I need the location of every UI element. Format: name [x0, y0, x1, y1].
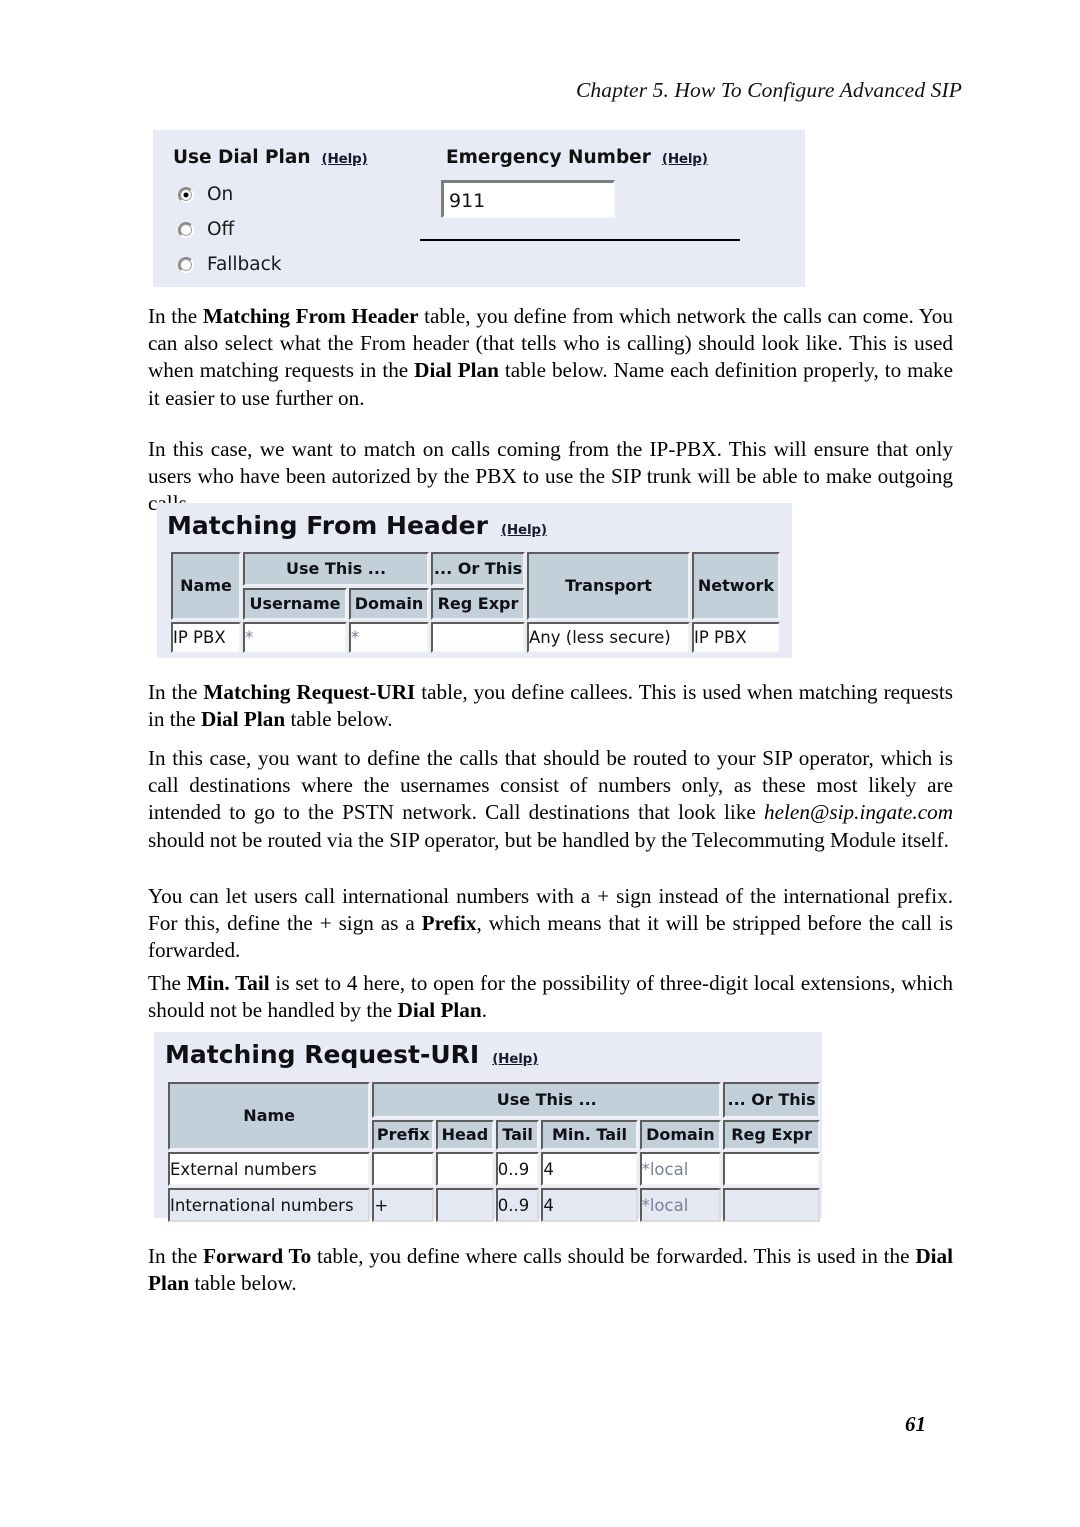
cell-domain[interactable]: *local [639, 1188, 722, 1222]
panel-divider-rule [420, 239, 740, 241]
cell-name[interactable]: External numbers [168, 1152, 371, 1186]
text-emphasis: Matching From Header [202, 304, 419, 328]
emergency-number-label: Emergency Number [446, 147, 651, 168]
use-dial-plan-label: Use Dial Plan [173, 147, 311, 168]
paragraph-matching-request-uri: In the Matching Request-URI table, you d… [148, 679, 953, 733]
paragraph-forward-to: In the Forward To table, you define wher… [148, 1243, 953, 1297]
cell-prefix[interactable]: + [372, 1188, 435, 1222]
radio-button-fallback-icon[interactable] [178, 256, 194, 273]
text-emphasis: Matching Request-URI [203, 680, 416, 704]
radio-option-fallback[interactable]: Fallback [178, 254, 282, 275]
header-or-this: ... Or This [723, 1082, 820, 1118]
cell-min-tail[interactable]: 4 [541, 1152, 638, 1186]
use-dial-plan-help-link[interactable]: (Help) [322, 151, 368, 167]
matching-request-uri-title: Matching Request-URI [165, 1040, 480, 1069]
header-transport: Transport [527, 552, 690, 620]
paragraph-min-tail: The Min. Tail is set to 4 here, to open … [148, 970, 953, 1024]
header-name: Name [171, 552, 241, 620]
text-fragment: In the [148, 304, 203, 328]
text-fragment: should not be routed via the SIP operato… [148, 827, 949, 852]
text-emphasis-italic: helen@sip.ingate.com [764, 800, 953, 825]
paragraph-pstn-routing: In this case, you want to define the cal… [148, 745, 953, 854]
matching-from-header-title-group: Matching From Header (Help) [167, 511, 547, 540]
text-emphasis: Prefix [421, 911, 477, 936]
header-username: Username [243, 588, 347, 620]
page-number: 61 [905, 1412, 926, 1436]
cell-name[interactable]: International numbers [168, 1188, 371, 1222]
cell-name[interactable]: IP PBX [171, 622, 241, 653]
text-fragment: is set to 4 here, to open for the possib… [148, 971, 953, 1023]
cell-username[interactable]: * [243, 622, 347, 653]
header-reg-expr: Reg Expr [723, 1120, 820, 1150]
cell-tail[interactable]: 0..9 [495, 1188, 540, 1222]
radio-button-on-icon[interactable] [178, 186, 194, 203]
matching-request-uri-title-group: Matching Request-URI (Help) [165, 1040, 538, 1069]
table-row: International numbers + 0..9 4 *local [168, 1188, 820, 1222]
header-name: Name [168, 1082, 371, 1150]
emergency-number-label-group: Emergency Number (Help) [446, 147, 708, 168]
emergency-number-help-link[interactable]: (Help) [662, 151, 708, 167]
text-emphasis: Dial Plan [397, 998, 482, 1023]
cell-network[interactable]: IP PBX [692, 622, 780, 653]
cell-reg-expr[interactable] [723, 1152, 820, 1186]
emergency-number-input[interactable]: 911 [441, 180, 615, 218]
text-emphasis: Min. Tail [186, 971, 270, 995]
matching-from-header-table: Name Use This ... ... Or This Transport … [169, 550, 782, 655]
text-fragment: table below. [285, 707, 393, 732]
matching-from-header-panel: Matching From Header (Help) Name Use Thi… [157, 503, 792, 658]
header-network: Network [692, 552, 780, 620]
cell-transport[interactable]: Any (less secure) [527, 622, 690, 653]
text-fragment: In the [148, 1244, 204, 1268]
text-fragment: The [148, 971, 187, 995]
header-domain: Domain [639, 1120, 722, 1150]
table-row: External numbers 0..9 4 *local [168, 1152, 820, 1186]
paragraph-matching-from-header: In the Matching From Header table, you d… [148, 303, 953, 412]
radio-option-on[interactable]: On [178, 184, 233, 205]
use-dial-plan-label-group: Use Dial Plan (Help) [173, 147, 368, 168]
matching-request-uri-help-link[interactable]: (Help) [492, 1051, 538, 1067]
text-fragment: table, you define where calls should be … [311, 1244, 916, 1268]
header-reg-expr: Reg Expr [431, 588, 525, 620]
table-header-row-top: Name Use This ... ... Or This [168, 1082, 820, 1150]
text-emphasis: Dial Plan [414, 358, 499, 383]
cell-tail[interactable]: 0..9 [495, 1152, 540, 1186]
table-row: IP PBX * * Any (less secure) IP PBX [171, 622, 780, 653]
radio-option-on-label: On [207, 184, 234, 205]
radio-button-off-icon[interactable] [178, 221, 194, 238]
header-prefix: Prefix [372, 1120, 435, 1150]
matching-request-uri-table: Name Use This ... ... Or This Prefix Hea… [166, 1080, 822, 1224]
table-header-row-top: Name Use This ... ... Or This Transport … [171, 552, 780, 620]
radio-option-off-label: Off [207, 219, 235, 240]
running-head: Chapter 5. How To Configure Advanced SIP [575, 78, 962, 102]
matching-request-uri-panel: Matching Request-URI (Help) Name Use Thi… [154, 1032, 822, 1222]
cell-reg-expr[interactable] [431, 622, 525, 653]
cell-domain[interactable]: * [349, 622, 429, 653]
header-use-this: Use This ... [243, 552, 429, 586]
dial-plan-panel: Use Dial Plan (Help) On Off Fallback Eme… [153, 130, 805, 287]
matching-from-header-title: Matching From Header [167, 511, 488, 540]
radio-option-off[interactable]: Off [178, 219, 234, 240]
header-head: Head [436, 1120, 494, 1150]
header-or-this: ... Or This [431, 552, 525, 586]
cell-reg-expr[interactable] [723, 1188, 820, 1222]
cell-domain[interactable]: *local [639, 1152, 722, 1186]
header-use-this: Use This ... [372, 1082, 722, 1118]
text-fragment: . [481, 998, 487, 1023]
matching-from-header-help-link[interactable]: (Help) [501, 522, 547, 538]
header-tail: Tail [495, 1120, 540, 1150]
cell-head[interactable] [436, 1188, 494, 1222]
text-fragment: In the [148, 680, 204, 704]
text-fragment: table below. [189, 1271, 297, 1296]
paragraph-prefix-plus-sign: You can let users call international num… [148, 883, 953, 965]
cell-min-tail[interactable]: 4 [541, 1188, 638, 1222]
text-emphasis: Dial Plan [200, 707, 286, 732]
header-domain: Domain [349, 588, 429, 620]
header-min-tail: Min. Tail [541, 1120, 638, 1150]
radio-option-fallback-label: Fallback [207, 254, 282, 275]
cell-head[interactable] [436, 1152, 494, 1186]
cell-prefix[interactable] [372, 1152, 435, 1186]
text-emphasis: Forward To [203, 1244, 312, 1268]
